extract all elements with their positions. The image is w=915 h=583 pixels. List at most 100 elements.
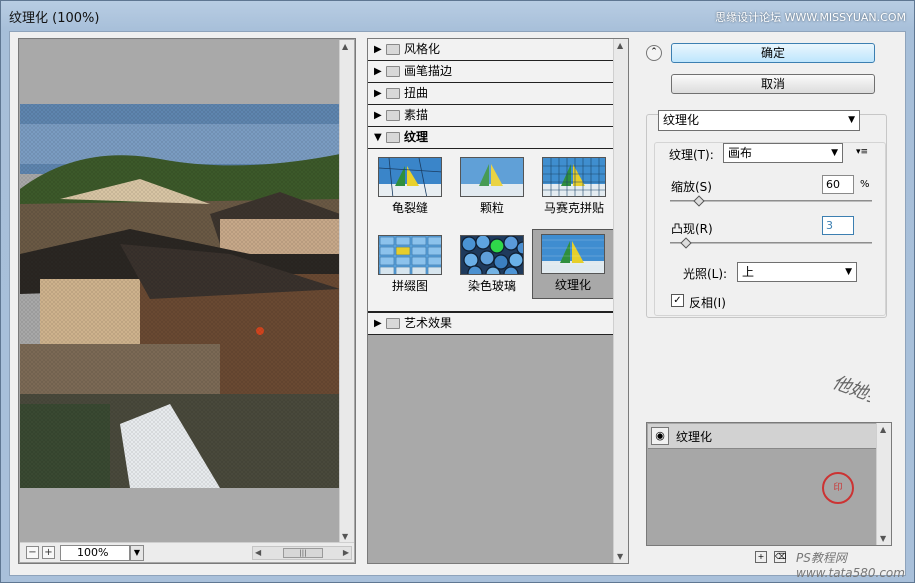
chevron-down-icon: ▼ — [845, 267, 852, 277]
titlebar: 纹理化 (100%) 思缘设计论坛 WWW.MISSYUAN.COM — [1, 1, 914, 31]
filter-dialog-window: 纹理化 (100%) 思缘设计论坛 WWW.MISSYUAN.COM ▲ ▼ −… — [0, 0, 915, 583]
preview-panel: ▲ ▼ − + 100% ▼ ◀ ||| ▶ — [18, 38, 356, 564]
expand-arrow-icon: ▶ — [374, 66, 382, 77]
invert-checkbox[interactable]: ✓ — [671, 294, 684, 307]
watermark-side: 他她我帮你 — [810, 372, 915, 532]
filter-select[interactable]: 纹理化 ▼ — [658, 110, 860, 131]
folder-icon — [386, 110, 400, 121]
category-texture[interactable]: ▼ 纹理 — [368, 127, 614, 149]
scroll-down-arrow-icon[interactable]: ▼ — [880, 534, 886, 543]
thumb-image — [378, 157, 442, 197]
thumb-texturizer[interactable]: 纹理化 — [532, 229, 614, 299]
thumb-image — [460, 157, 524, 197]
trash-icon[interactable]: ⌫ — [774, 551, 786, 563]
category-brush-strokes[interactable]: ▶ 画笔描边 — [368, 61, 614, 83]
chevron-down-icon: ▼ — [831, 148, 838, 158]
expand-arrow-icon: ▶ — [374, 88, 382, 99]
thumb-grain[interactable]: 颗粒 — [452, 153, 532, 221]
watermark-bottom: PS教程网 www.tata580.com — [796, 551, 905, 580]
eye-icon[interactable]: ◉ — [651, 427, 669, 445]
thumb-image — [541, 234, 605, 274]
folder-icon — [386, 66, 400, 77]
thumb-label: 染色玻璃 — [467, 279, 516, 293]
thumb-mosaic-tiles[interactable]: 马赛克拼贴 — [534, 153, 614, 221]
scroll-up-arrow-icon[interactable]: ▲ — [880, 425, 886, 434]
filter-select-value: 纹理化 — [663, 113, 700, 127]
thumb-label: 拼缀图 — [391, 279, 428, 293]
new-effect-layer-icon[interactable]: + — [755, 551, 767, 563]
scroll-down-arrow-icon[interactable]: ▼ — [342, 532, 348, 541]
category-label: 画笔描边 — [404, 64, 453, 78]
collapse-gallery-button[interactable]: ⌃ — [646, 45, 662, 61]
category-artistic[interactable]: ▶ 艺术效果 — [368, 313, 614, 335]
thumb-image — [460, 235, 524, 275]
category-label: 风格化 — [404, 42, 441, 56]
scroll-right-arrow-icon[interactable]: ▶ — [343, 548, 349, 557]
texture-label: 纹理(T): — [669, 148, 714, 162]
preview-vertical-scrollbar[interactable]: ▲ ▼ — [339, 40, 354, 543]
expand-arrow-icon: ▶ — [374, 110, 382, 121]
zoom-dropdown-arrow-icon[interactable]: ▼ — [130, 545, 144, 561]
scaling-slider[interactable] — [670, 195, 872, 207]
thumb-label: 颗粒 — [479, 201, 504, 215]
open-folder-icon — [386, 132, 400, 143]
texture-menu-icon[interactable]: ▾≡ — [856, 147, 868, 157]
check-icon: ✓ — [673, 295, 682, 306]
category-distort[interactable]: ▶ 扭曲 — [368, 83, 614, 105]
zoom-in-button[interactable]: + — [42, 546, 55, 559]
scaling-input[interactable]: 60 — [822, 175, 854, 194]
watermark-side-text: 他她我帮你 — [830, 372, 870, 423]
thumb-stained-glass[interactable]: 染色玻璃 — [452, 231, 532, 299]
texture-select[interactable]: 画布 ▼ — [723, 143, 843, 163]
scroll-thumb[interactable]: ||| — [283, 548, 323, 558]
scaling-unit: % — [860, 179, 870, 190]
folder-icon — [386, 88, 400, 99]
dialog-client-area: ▲ ▼ − + 100% ▼ ◀ ||| ▶ ▶ 风格化 ▶ 画笔描边 ▶ 扭曲… — [9, 31, 915, 580]
relief-slider[interactable] — [670, 237, 872, 249]
filter-category-list: ▶ 风格化 ▶ 画笔描边 ▶ 扭曲 ▶ 素描 ▼ 纹理 龟裂缝 颗粒 马赛克拼贴… — [368, 39, 614, 563]
category-label: 艺术效果 — [404, 316, 453, 330]
category-sketch[interactable]: ▶ 素描 — [368, 105, 614, 127]
collapse-arrow-icon: ▼ — [374, 132, 382, 143]
layers-scrollbar[interactable]: ▲ ▼ — [876, 423, 891, 545]
seal-stamp-icon: 印 — [822, 472, 854, 504]
zoom-level-field[interactable]: 100% — [60, 545, 130, 561]
light-select-value: 上 — [742, 265, 755, 279]
window-title: 纹理化 (100%) — [9, 11, 100, 26]
relief-label: 凸现(R) — [671, 222, 713, 236]
scroll-left-arrow-icon[interactable]: ◀ — [255, 548, 261, 557]
preview-image — [20, 104, 340, 488]
preview-zoom-bar: − + 100% ▼ ◀ ||| ▶ — [20, 542, 354, 562]
category-label: 扭曲 — [404, 86, 429, 100]
expand-arrow-icon: ▶ — [374, 318, 382, 329]
scroll-up-arrow-icon[interactable]: ▲ — [617, 41, 623, 50]
texture-thumbnails: 龟裂缝 颗粒 马赛克拼贴 拼缀图 染色玻璃 纹理化 — [368, 149, 614, 313]
filter-gallery: ▶ 风格化 ▶ 画笔描边 ▶ 扭曲 ▶ 素描 ▼ 纹理 龟裂缝 颗粒 马赛克拼贴… — [367, 38, 629, 564]
relief-input[interactable]: 3 — [822, 216, 854, 235]
category-label: 素描 — [404, 108, 429, 122]
light-label: 光照(L): — [683, 267, 728, 281]
scaling-label: 缩放(S) — [671, 180, 712, 194]
preview-horizontal-scrollbar[interactable]: ◀ ||| ▶ — [252, 546, 352, 560]
thumb-patchwork[interactable]: 拼缀图 — [370, 231, 450, 299]
texture-select-value: 画布 — [728, 146, 753, 160]
layer-name: 纹理化 — [676, 430, 713, 444]
scroll-up-arrow-icon[interactable]: ▲ — [342, 42, 348, 51]
thumb-label: 龟裂缝 — [391, 201, 428, 215]
category-stylize[interactable]: ▶ 风格化 — [368, 39, 614, 61]
zoom-out-button[interactable]: − — [26, 546, 39, 559]
folder-icon — [386, 44, 400, 55]
chevron-down-icon: ▼ — [848, 115, 855, 125]
ok-button[interactable]: 确定 — [671, 43, 875, 63]
cancel-button[interactable]: 取消 — [671, 74, 875, 94]
scroll-down-arrow-icon[interactable]: ▼ — [617, 552, 623, 561]
thumb-craquelure[interactable]: 龟裂缝 — [370, 153, 450, 221]
preview-canvas[interactable] — [20, 40, 340, 543]
thumb-image — [542, 157, 606, 197]
invert-label: 反相(I) — [689, 296, 726, 310]
gallery-scrollbar[interactable]: ▲ ▼ — [613, 39, 628, 563]
folder-icon — [386, 318, 400, 329]
thumb-image — [378, 235, 442, 275]
thumb-label: 纹理化 — [554, 278, 591, 292]
light-select[interactable]: 上 ▼ — [737, 262, 857, 282]
